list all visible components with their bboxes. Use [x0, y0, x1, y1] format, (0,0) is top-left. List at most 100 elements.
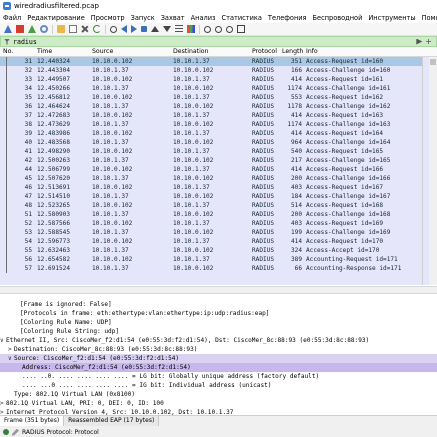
column-time[interactable]: Time [37, 48, 52, 55]
menu-capture[interactable]: Захват [158, 14, 188, 22]
column-no[interactable]: No. [3, 48, 13, 55]
detail-line[interactable]: Type: 802.1Q Virtual LAN (0x8100) [0, 390, 437, 399]
menu-file[interactable]: Файл [0, 14, 24, 22]
close-file-icon[interactable] [81, 25, 89, 33]
detail-line[interactable]: .... ..0. .... .... .... .... = LG bit: … [0, 372, 437, 381]
packet-row[interactable]: 47 12.514510 10.10.1.37 10.10.0.102 RADIUS 18… [0, 192, 437, 201]
column-source[interactable]: Source [92, 48, 113, 55]
packet-row[interactable]: 41 12.498290 10.10.0.102 10.10.1.37 RADIUS 54… [0, 147, 437, 156]
column-protocol[interactable]: Protocol [252, 48, 277, 55]
packet-row[interactable]: 34 12.450266 10.10.1.37 10.10.0.102 RADIUS 11… [0, 84, 437, 93]
packet-list[interactable]: 31 12.440324 10.10.0.102 10.10.1.37 RADIUS 35… [0, 57, 437, 285]
packet-row[interactable]: 51 12.580903 10.10.1.37 10.10.0.102 RADIUS 20… [0, 210, 437, 219]
packet-row[interactable]: 42 12.500263 10.10.1.37 10.10.0.102 RADIUS 21… [0, 156, 437, 165]
go-back-icon[interactable] [121, 25, 127, 33]
menu-tools[interactable]: Инструменты [365, 14, 418, 22]
packet-row[interactable]: 36 12.464624 10.10.1.37 10.10.0.102 RADIUS 11… [0, 102, 437, 111]
detail-line[interactable]: [Protocols in frame: eth:ethertype:vlan:… [0, 309, 437, 318]
packet-row[interactable]: 46 12.513691 10.10.0.102 10.10.1.37 RADIUS 40… [0, 183, 437, 192]
reload-icon[interactable] [93, 25, 101, 33]
apply-filter-icon[interactable] [416, 38, 423, 45]
packet-row[interactable]: 37 12.472683 10.10.0.102 10.10.1.37 RADIUS 41… [0, 111, 437, 120]
display-filter-bar[interactable]: radius + [0, 36, 437, 47]
expanded-arrow-icon[interactable]: ∨ [8, 355, 12, 362]
autoscroll-icon[interactable] [175, 25, 183, 33]
packet-row[interactable]: 33 12.449507 10.10.0.102 10.10.1.37 RADIUS 41… [0, 75, 437, 84]
menu-analyze[interactable]: Анализ [188, 14, 219, 22]
main-toolbar [0, 23, 437, 36]
stop-capture-icon[interactable] [16, 25, 24, 33]
capture-options-icon[interactable] [40, 25, 48, 33]
packet-details[interactable]: [Frame is ignored: False] [Protocols in f… [0, 294, 437, 415]
packet-row[interactable]: 40 12.483568 10.10.1.37 10.10.0.102 RADIUS 96… [0, 138, 437, 147]
tab-reassembled-eap[interactable]: Reassembled EAP (17 bytes) [64, 416, 160, 426]
menu-edit[interactable]: Редактирование [24, 14, 88, 22]
edit-comment-icon[interactable] [12, 428, 19, 436]
menu-view[interactable]: Просмотр [88, 14, 128, 22]
detail-line[interactable]: [Frame is ignored: False] [0, 300, 437, 309]
cell-destination: 10.10.0.102 [173, 211, 214, 218]
packet-minimap[interactable] [422, 57, 429, 285]
packet-row[interactable]: 45 12.507620 10.10.1.37 10.10.0.102 RADIUS 20… [0, 174, 437, 183]
restart-capture-icon[interactable] [28, 25, 36, 33]
packet-row-selected[interactable]: 31 12.440324 10.10.0.102 10.10.1.37 RADIUS 35… [0, 57, 437, 66]
cell-source: 10.10.1.37 [92, 193, 129, 200]
packet-row[interactable]: 48 12.523265 10.10.0.102 10.10.1.37 RADIUS 51… [0, 201, 437, 210]
zoom-reset-icon[interactable] [226, 25, 233, 33]
detail-line[interactable]: [Coloring Rule String: udp] [0, 327, 437, 336]
menu-wireless[interactable]: Беспроводной [310, 14, 366, 22]
packet-row[interactable]: 35 12.456812 10.10.0.102 10.10.1.37 RADIUS 55… [0, 93, 437, 102]
menu-help[interactable]: Помощь [419, 14, 437, 22]
detail-line[interactable]: > Destination: CiscoMer_8c:88:93 (e0:55:3… [0, 345, 437, 354]
filter-bookmark-icon[interactable] [4, 38, 10, 45]
packet-row[interactable]: 56 12.654582 10.10.0.102 10.10.1.37 RADIUS 38… [0, 255, 437, 264]
packet-row[interactable]: 55 12.632463 10.10.1.37 10.10.0.102 RADIUS 32… [0, 246, 437, 255]
zoom-out-icon[interactable] [215, 25, 222, 33]
menu-go[interactable]: Запуск [128, 14, 158, 22]
open-file-icon[interactable] [57, 25, 65, 33]
menu-statistics[interactable]: Статистика [219, 14, 265, 22]
save-file-icon[interactable] [69, 25, 77, 33]
packet-row[interactable]: 53 12.588545 10.10.1.37 10.10.0.102 RADIUS 19… [0, 228, 437, 237]
detail-line[interactable]: Address: CiscoMer_f2:d1:54 (e0:55:3d:f2:… [0, 363, 437, 372]
display-filter-input[interactable]: radius [13, 38, 37, 46]
tab-frame[interactable]: Frame (351 bytes) [0, 416, 65, 426]
scrollbar-thumb[interactable] [430, 59, 436, 65]
packet-row[interactable]: 32 12.443304 10.10.1.37 10.10.0.102 RADIUS 16… [0, 66, 437, 75]
expanded-arrow-icon[interactable]: ∨ [0, 337, 4, 344]
last-packet-icon[interactable] [163, 26, 171, 32]
column-info[interactable]: Info [306, 48, 318, 55]
find-packet-icon[interactable] [110, 25, 117, 33]
add-filter-button-icon[interactable]: + [425, 37, 432, 46]
cell-info: Access-Challenge id=168 [306, 211, 391, 218]
packet-row[interactable]: 57 12.691524 10.10.1.37 10.10.0.102 RADIUS 66… [0, 264, 437, 273]
colorize-icon[interactable] [187, 25, 195, 33]
packet-row[interactable]: 39 12.483986 10.10.0.102 10.10.1.37 RADIUS 41… [0, 129, 437, 138]
packet-row[interactable]: 52 12.587566 10.10.0.102 10.10.1.37 RADIUS 40… [0, 219, 437, 228]
detail-line[interactable]: [Coloring Rule Name: UDP] [0, 318, 437, 327]
cell-time: 12.514510 [37, 193, 71, 200]
pane-splitter[interactable] [0, 286, 437, 294]
conversation-line-icon [3, 228, 11, 237]
column-length[interactable]: Length [282, 48, 303, 55]
packet-list-scrollbar[interactable] [429, 57, 437, 285]
packet-row[interactable]: 38 12.473629 10.10.1.37 10.10.0.102 RADIUS 11… [0, 120, 437, 129]
detail-line[interactable]: .... ...0 .... .... .... .... = IG bit: … [0, 381, 437, 390]
collapsed-arrow-icon[interactable]: > [8, 346, 12, 353]
go-to-packet-icon[interactable] [141, 26, 147, 32]
go-forward-icon[interactable] [131, 25, 137, 33]
resize-columns-icon[interactable] [237, 25, 245, 33]
column-destination[interactable]: Destination [173, 48, 209, 55]
detail-line[interactable]: > Internet Protocol Version 4, Src: 10.10… [0, 408, 437, 415]
menu-telephony[interactable]: Телефония [265, 14, 310, 22]
zoom-in-icon[interactable] [204, 25, 211, 33]
detail-line[interactable]: >802.1Q Virtual LAN, PRI: 0, DEI: 0, ID:… [0, 399, 437, 408]
start-capture-icon[interactable] [4, 25, 12, 33]
detail-line[interactable]: ∨ Ethernet II, Src: CiscoMer_f2:d1:54 (e0… [0, 336, 437, 345]
detail-line[interactable]: ∨ Source: CiscoMer_f2:d1:54 (e0:55:3d:f2:… [0, 354, 437, 363]
collapsed-arrow-icon[interactable]: > [0, 400, 4, 407]
first-packet-icon[interactable] [151, 26, 159, 32]
cell-info: Access-Challenge id=167 [306, 193, 391, 200]
packet-row[interactable]: 54 12.596773 10.10.0.102 10.10.1.37 RADIUS 41… [0, 237, 437, 246]
packet-row[interactable]: 44 12.506799 10.10.0.102 10.10.1.37 RADIUS 41… [0, 165, 437, 174]
